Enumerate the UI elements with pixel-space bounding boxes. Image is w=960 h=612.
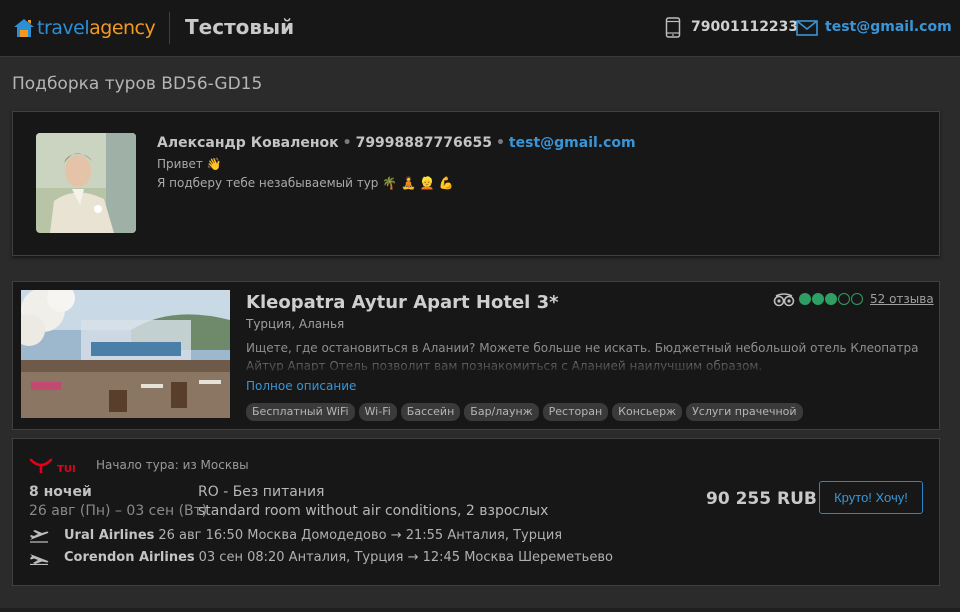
- rating-circle: [838, 293, 850, 305]
- amenity-tag: Ресторан: [542, 403, 609, 421]
- tour-price: 90 255 RUB: [706, 489, 817, 509]
- tour-offer-card: TUI Начало тура: из Москвы 8 ночей 26 ав…: [12, 438, 940, 586]
- tui-logo-text: TUI: [57, 464, 76, 475]
- amenity-tag: Бассейн: [400, 403, 461, 421]
- rating-circle: [799, 293, 811, 305]
- departure-plane-icon: [30, 529, 49, 543]
- bottom-edge: [0, 608, 960, 612]
- agent-greeting: Привет 👋: [157, 157, 222, 171]
- header-email[interactable]: test@gmail.com: [825, 19, 952, 35]
- separator-dot: •: [495, 135, 505, 151]
- mail-icon: [796, 20, 818, 36]
- tripadvisor-rating: [799, 293, 863, 305]
- hotel-description: Ищете, где остановиться в Алании? Можете…: [246, 341, 919, 371]
- page-title: Подборка туров BD56-GD15: [12, 74, 263, 94]
- tui-logo: TUI: [29, 458, 76, 475]
- rating-circle: [851, 293, 863, 305]
- flight-details: 26 авг 16:50 Москва Домодедово → 21:55 А…: [158, 528, 563, 543]
- return-flight: Corendon Airlines 03 сен 08:20 Анталия, …: [29, 550, 613, 565]
- hotel-photo[interactable]: [21, 290, 230, 418]
- separator-dot: •: [342, 135, 352, 151]
- amenities-list: Бесплатный WiFi Wi-Fi Бассейн Бар/лаунж Рест…: [246, 403, 803, 421]
- amenity-tag: Wi-Fi: [358, 403, 397, 421]
- logo-text-agency: agency: [89, 17, 156, 39]
- nights-count: 8 ночей: [29, 484, 92, 500]
- tripadvisor-owl-icon: [773, 293, 795, 307]
- agent-email[interactable]: test@gmail.com: [509, 135, 636, 151]
- outbound-flight: Ural Airlines 26 авг 16:50 Москва Домоде…: [29, 528, 562, 543]
- agent-avatar: [36, 133, 136, 233]
- room-type: standard room without air conditions, 2 …: [198, 503, 549, 519]
- agent-phone[interactable]: 79998887776655: [356, 135, 492, 151]
- buy-button[interactable]: Круто! Хочу!: [819, 481, 923, 514]
- logo-text-travel: travel: [37, 17, 90, 39]
- agent-card: Александр Коваленок • 79998887776655 • test@…: [12, 111, 940, 256]
- airline-name: Corendon Airlines: [64, 550, 195, 565]
- agent-name: Александр Коваленок: [157, 135, 339, 151]
- agent-message: Я подберу тебе незабываемый тур 🌴 🧘 👱 💪: [157, 176, 454, 190]
- amenity-tag: Услуги прачечной: [686, 403, 803, 421]
- top-header: travelagency Тестовый 79001112233 test@g…: [0, 0, 960, 57]
- amenity-tag: Бар/лаунж: [464, 403, 539, 421]
- hotel-name[interactable]: Kleopatra Aytur Apart Hotel 3*: [246, 292, 559, 313]
- phone-icon: [665, 17, 681, 38]
- agent-contact-line: Александр Коваленок • 79998887776655 • test@…: [157, 135, 636, 151]
- header-phone[interactable]: 79001112233: [691, 19, 798, 35]
- rating-circle: [825, 293, 837, 305]
- hotel-location: Турция, Аланья: [246, 317, 345, 331]
- full-description-link[interactable]: Полное описание: [246, 379, 356, 393]
- tour-start: Начало тура: из Москвы: [96, 458, 249, 472]
- agency-name: Тестовый: [185, 15, 295, 39]
- header-divider: [169, 12, 170, 44]
- reviews-link[interactable]: 52 отзыва: [870, 292, 934, 306]
- flight-details: 03 сен 08:20 Анталия, Турция → 12:45 Мос…: [198, 550, 613, 565]
- travelagency-logo[interactable]: travelagency: [12, 14, 156, 42]
- amenity-tag: Бесплатный WiFi: [246, 403, 355, 421]
- rating-circle: [812, 293, 824, 305]
- arrival-plane-icon: [30, 553, 49, 565]
- house-logo-icon: [14, 19, 34, 37]
- tour-dates: 26 авг (Пн) – 03 сен (Вт): [29, 503, 208, 519]
- meal-plan: RO - Без питания: [198, 484, 325, 500]
- airline-name: Ural Airlines: [64, 528, 155, 543]
- hotel-card: Kleopatra Aytur Apart Hotel 3* Турция, А…: [12, 281, 940, 430]
- amenity-tag: Консьерж: [612, 403, 683, 421]
